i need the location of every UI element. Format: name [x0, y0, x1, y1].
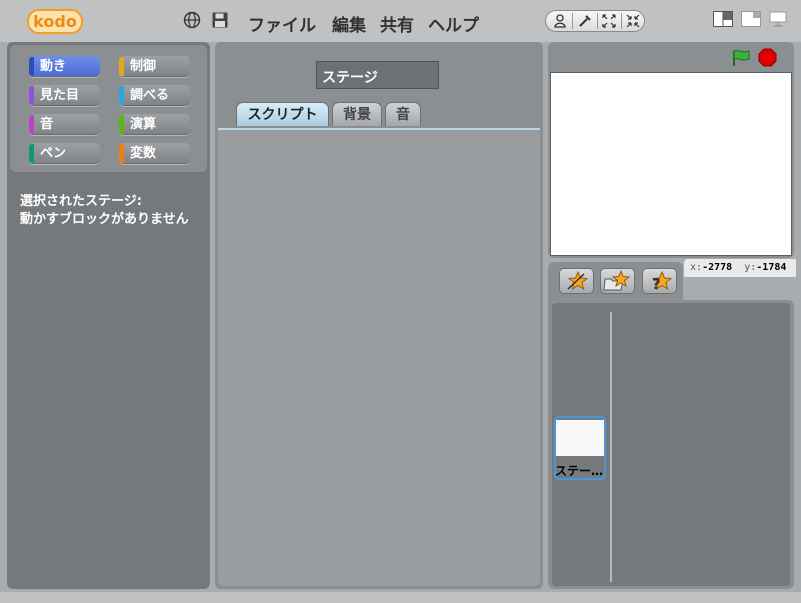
menu-edit[interactable]: 編集 [332, 11, 366, 36]
paint-new-sprite-button[interactable] [559, 268, 594, 294]
category-control[interactable]: 制御 [119, 56, 190, 77]
y-value: -1784 [756, 262, 787, 273]
no-blocks-line1: 選択されたステージ: [20, 194, 142, 209]
sprite-list-divider [610, 312, 612, 582]
category-pen[interactable]: ペン [29, 143, 100, 164]
svg-text:?: ? [652, 275, 661, 293]
question-star-icon: ? [651, 270, 673, 293]
category-label: 演算 [130, 117, 157, 132]
category-color-bar [29, 86, 34, 105]
x-label: x: [690, 262, 703, 273]
category-color-bar [119, 144, 124, 163]
tab-sounds[interactable]: 音 [385, 102, 421, 126]
category-color-bar [29, 57, 34, 76]
sprite-name-field[interactable]: ステージ [316, 61, 439, 89]
category-color-bar [119, 57, 124, 76]
category-color-bar [119, 115, 124, 134]
category-variables[interactable]: 変数 [119, 143, 190, 164]
stop-sign-icon[interactable] [758, 48, 777, 67]
random-sprite-button[interactable]: ? [642, 268, 677, 294]
kodo-logo: kodo [27, 9, 83, 34]
menu-share[interactable]: 共有 [380, 11, 414, 36]
blocks-list-area[interactable] [10, 177, 207, 586]
green-flag-icon[interactable] [731, 49, 751, 67]
category-sound[interactable]: 音 [29, 114, 100, 135]
category-looks[interactable]: 見た目 [29, 85, 100, 106]
language-globe-icon[interactable] [183, 11, 201, 29]
stage-header [551, 45, 791, 71]
category-label: ペン [40, 146, 67, 161]
mouse-coordinates: x:-2778 y:-1784 [684, 259, 796, 277]
category-label: 音 [40, 117, 54, 132]
category-color-bar [29, 144, 34, 163]
category-label: 調べる [130, 88, 170, 103]
stage-canvas[interactable] [550, 72, 792, 256]
category-label: 変数 [130, 146, 157, 161]
stage-thumbnail-label: ステー… [555, 464, 604, 478]
category-label: 見た目 [40, 88, 80, 103]
svg-text:kodo: kodo [33, 12, 77, 31]
category-motion[interactable]: 動き [29, 56, 100, 77]
menu-help[interactable]: ヘルプ [428, 11, 479, 36]
paint-star-icon [567, 270, 589, 291]
shrink-icon[interactable] [621, 11, 645, 31]
no-blocks-message: 選択されたステージ: 動かすブロックがありません [20, 193, 189, 229]
folder-star-icon [603, 269, 631, 291]
tab-scripts[interactable]: スクリプト [236, 102, 329, 126]
script-canvas[interactable] [218, 128, 540, 586]
small-stage-icon[interactable] [741, 11, 761, 27]
menu-file[interactable]: ファイル [248, 11, 316, 36]
y-label: y: [744, 262, 757, 273]
stage-thumbnail-image [556, 420, 604, 456]
presentation-mode-icon[interactable] [768, 11, 788, 27]
x-value: -2778 [702, 262, 733, 273]
save-icon[interactable] [211, 11, 229, 29]
category-label: 制御 [130, 59, 157, 74]
category-label: 動き [40, 59, 67, 74]
category-operators[interactable]: 演算 [119, 114, 190, 135]
category-color-bar [29, 115, 34, 134]
bottom-border [0, 592, 801, 603]
choose-sprite-from-file-button[interactable] [600, 268, 635, 294]
category-sensing[interactable]: 調べる [119, 85, 190, 106]
no-blocks-line2: 動かすブロックがありません [20, 212, 189, 227]
copy-icon[interactable] [548, 11, 572, 31]
category-color-bar [119, 86, 124, 105]
normal-layout-icon[interactable] [713, 11, 733, 27]
cut-icon[interactable] [573, 11, 597, 31]
tab-backgrounds[interactable]: 背景 [332, 102, 382, 126]
sprite-tool-group [545, 10, 645, 32]
grow-icon[interactable] [597, 11, 621, 31]
